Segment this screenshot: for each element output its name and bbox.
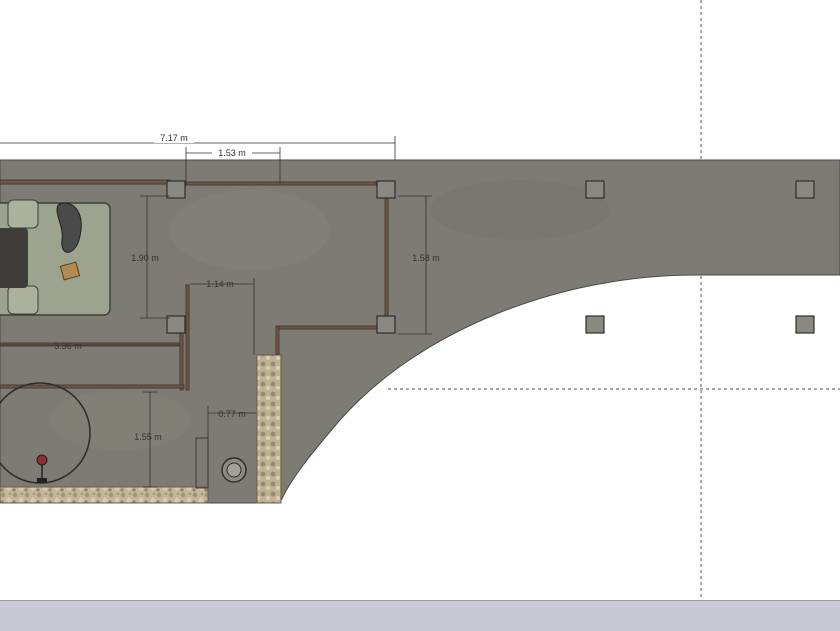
dimension-right-room-depth: 1.58 m	[412, 253, 440, 263]
dimension-top-segment: 1.53 m	[218, 148, 246, 158]
dimension-lower-depth: 1.55 m	[134, 432, 162, 442]
dimension-bedroom-width: 3.36 m	[54, 341, 82, 351]
floor-texture	[430, 180, 610, 240]
dimension-overall-width: 7.17 m	[160, 133, 188, 143]
stone-wall-vertical	[256, 354, 282, 504]
model-viewport[interactable]: 7.17 m 1.53 m 1.90 m 1.58 m 1.14 m 3.36 …	[0, 0, 840, 630]
dimension-inner-offset: 1.14 m	[206, 279, 234, 289]
floor-texture	[50, 390, 190, 450]
dimension-bedroom-depth: 1.90 m	[131, 253, 159, 263]
floor-texture	[170, 190, 330, 270]
status-bar	[0, 600, 840, 631]
dimension-small-gap: 0.77 m	[218, 409, 246, 419]
round-fixture-icon[interactable]	[221, 457, 247, 483]
floor-plan-canvas[interactable]: 7.17 m 1.53 m 1.90 m 1.58 m 1.14 m 3.36 …	[0, 0, 840, 630]
floor-slab[interactable]	[0, 159, 840, 504]
stone-wall-bottom	[0, 486, 209, 504]
bed-icon[interactable]	[0, 199, 111, 316]
